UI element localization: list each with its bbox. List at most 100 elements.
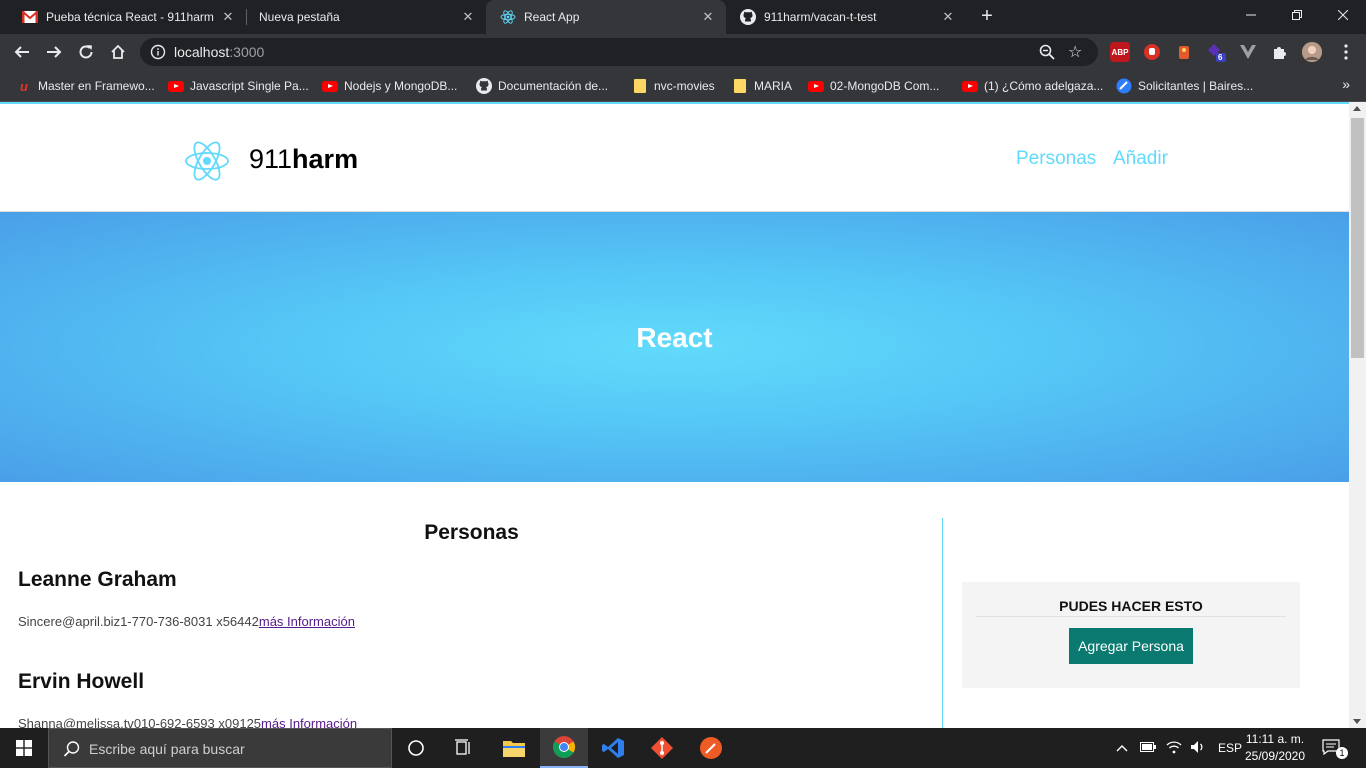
bookmark-label: MARIA <box>754 79 793 93</box>
abp-icon[interactable]: ABP <box>1110 42 1130 62</box>
more-info-link[interactable]: más Información <box>261 716 357 728</box>
bookmark-item[interactable]: Documentación de... <box>476 76 608 96</box>
folder-icon <box>732 78 748 94</box>
people-column: Personas Leanne Graham Sincere@april.biz… <box>0 518 943 728</box>
bookmark-star-icon[interactable]: ☆ <box>1068 42 1086 61</box>
forward-button[interactable] <box>42 40 66 64</box>
browser-menu-icon[interactable] <box>1334 40 1358 64</box>
bookmark-label: nvc-movies <box>654 79 715 93</box>
bookmark-item[interactable]: u Master en Framewo... <box>16 76 155 96</box>
taskbar-clock[interactable]: 11:11 a. m. 25/09/2020 <box>1240 731 1310 765</box>
search-placeholder: Escribe aquí para buscar <box>89 741 245 757</box>
scrollbar-thumb[interactable] <box>1351 118 1364 358</box>
person-details: Shanna@melissa.tv010-692-6593 x09125más … <box>18 716 357 728</box>
main-content: Personas Leanne Graham Sincere@april.biz… <box>0 482 1349 728</box>
brand-light: 911 <box>249 144 293 174</box>
github-icon <box>740 9 756 25</box>
react-logo-icon[interactable] <box>184 138 230 184</box>
person-phone: 1-770-736-8031 x56442 <box>120 614 259 629</box>
notifications-button[interactable]: 1 <box>1322 728 1348 768</box>
person-name: Leanne Graham <box>18 568 177 591</box>
bookmark-label: Javascript Single Pa... <box>190 79 309 93</box>
bookmark-label: (1) ¿Cómo adelgaza... <box>984 79 1104 93</box>
extension-red-icon[interactable] <box>1174 42 1194 62</box>
page-viewport: 911harm Personas Añadir React Personas L… <box>0 102 1349 728</box>
back-button[interactable] <box>10 40 34 64</box>
github-icon <box>476 78 492 94</box>
bookmark-label: 02-MongoDB Com... <box>830 79 940 93</box>
scroll-down-icon[interactable] <box>1353 719 1361 724</box>
bookmark-label: Solicitantes | Baires... <box>1138 79 1254 93</box>
add-person-button[interactable]: Agregar Persona <box>1069 628 1193 664</box>
tab-title: 911harm/vacan-t-test <box>764 10 877 24</box>
bookmark-item[interactable]: Solicitantes | Baires... <box>1116 76 1253 96</box>
profile-avatar[interactable] <box>1302 42 1322 62</box>
postman-icon[interactable] <box>687 728 735 768</box>
bookmark-item[interactable]: Javascript Single Pa... <box>168 76 309 96</box>
close-tab-icon[interactable]: ✕ <box>460 9 476 25</box>
vue-devtools-icon[interactable] <box>1238 42 1258 62</box>
youtube-icon <box>808 78 824 94</box>
tab-gmail[interactable]: Pueba técnica React - 911harm@ ✕ <box>8 0 246 34</box>
minimize-button[interactable] <box>1228 0 1274 30</box>
extensions-puzzle-icon[interactable] <box>1270 42 1290 62</box>
bookmark-item[interactable]: Nodejs y MongoDB... <box>322 76 457 96</box>
gmail-icon <box>22 9 38 25</box>
hand-stop-icon[interactable] <box>1142 42 1162 62</box>
language-indicator[interactable]: ESP <box>1218 741 1242 755</box>
taskbar-search-box[interactable]: Escribe aquí para buscar <box>48 728 392 768</box>
close-window-button[interactable] <box>1320 0 1366 30</box>
bookmarks-bar: u Master en Framewo... Javascript Single… <box>0 70 1366 102</box>
close-tab-icon[interactable]: ✕ <box>220 9 236 25</box>
bookmark-label: Nodejs y MongoDB... <box>344 79 458 93</box>
extension-badge-icon[interactable]: 6 <box>1206 42 1226 62</box>
tab-title: React App <box>524 10 580 24</box>
address-bar[interactable]: localhost:3000 ☆ <box>140 38 1098 66</box>
bookmark-item[interactable]: 02-MongoDB Com... <box>808 76 939 96</box>
tab-strip: Pueba técnica React - 911harm@ ✕ Nueva p… <box>0 0 1366 34</box>
nav-link-personas[interactable]: Personas <box>1016 148 1096 170</box>
brand-name[interactable]: 911harm <box>249 144 358 175</box>
tab-new-tab[interactable]: Nueva pestaña ✕ <box>246 0 486 34</box>
section-title: Personas <box>424 521 519 544</box>
vscode-icon[interactable] <box>589 728 637 768</box>
bookmark-label: Documentación de... <box>498 79 609 93</box>
site-header: 911harm Personas Añadir <box>0 104 1349 212</box>
person-card: Ervin Howell Shanna@melissa.tv010-692-65… <box>18 670 357 728</box>
bookmark-item[interactable]: MARIA <box>732 76 792 96</box>
page-scrollbar[interactable] <box>1349 102 1366 728</box>
zoom-icon[interactable] <box>1038 43 1056 61</box>
chrome-icon[interactable] <box>540 728 588 768</box>
person-phone: 010-692-6593 x09125 <box>133 716 262 728</box>
site-info-icon[interactable] <box>150 44 166 60</box>
new-tab-button[interactable]: + <box>976 6 998 28</box>
bookmark-item[interactable]: nvc-movies <box>632 76 715 96</box>
more-bookmarks-icon[interactable]: » <box>1342 76 1350 92</box>
cortana-icon[interactable] <box>392 728 440 768</box>
folder-icon <box>632 78 648 94</box>
windows-taskbar: Escribe aquí para buscar ESP 11:11 a. m.… <box>0 728 1366 768</box>
tray-expand-icon[interactable] <box>1116 741 1128 755</box>
nav-link-anadir[interactable]: Añadir <box>1113 148 1168 170</box>
scroll-up-icon[interactable] <box>1353 106 1361 111</box>
wifi-icon[interactable] <box>1166 740 1182 757</box>
close-tab-icon[interactable]: ✕ <box>700 9 716 25</box>
battery-icon[interactable] <box>1140 741 1156 755</box>
url-host: localhost <box>174 44 230 60</box>
reload-button[interactable] <box>74 40 98 64</box>
tab-react-app[interactable]: React App ✕ <box>486 0 726 34</box>
home-button[interactable] <box>106 40 130 64</box>
close-tab-icon[interactable]: ✕ <box>940 9 956 25</box>
extension-badge-count: 6 <box>1218 53 1223 62</box>
git-gui-icon[interactable] <box>638 728 686 768</box>
file-explorer-icon[interactable] <box>490 728 538 768</box>
react-icon <box>500 9 516 25</box>
bookmark-item[interactable]: (1) ¿Cómo adelgaza... <box>962 76 1103 96</box>
task-view-icon[interactable] <box>440 728 488 768</box>
volume-icon[interactable] <box>1190 740 1206 757</box>
clock-time: 11:11 a. m. <box>1245 732 1305 746</box>
tab-github[interactable]: 911harm/vacan-t-test ✕ <box>726 0 966 34</box>
restore-button[interactable] <box>1274 0 1320 30</box>
windows-start-icon[interactable] <box>0 728 48 768</box>
more-info-link[interactable]: más Información <box>259 614 355 629</box>
